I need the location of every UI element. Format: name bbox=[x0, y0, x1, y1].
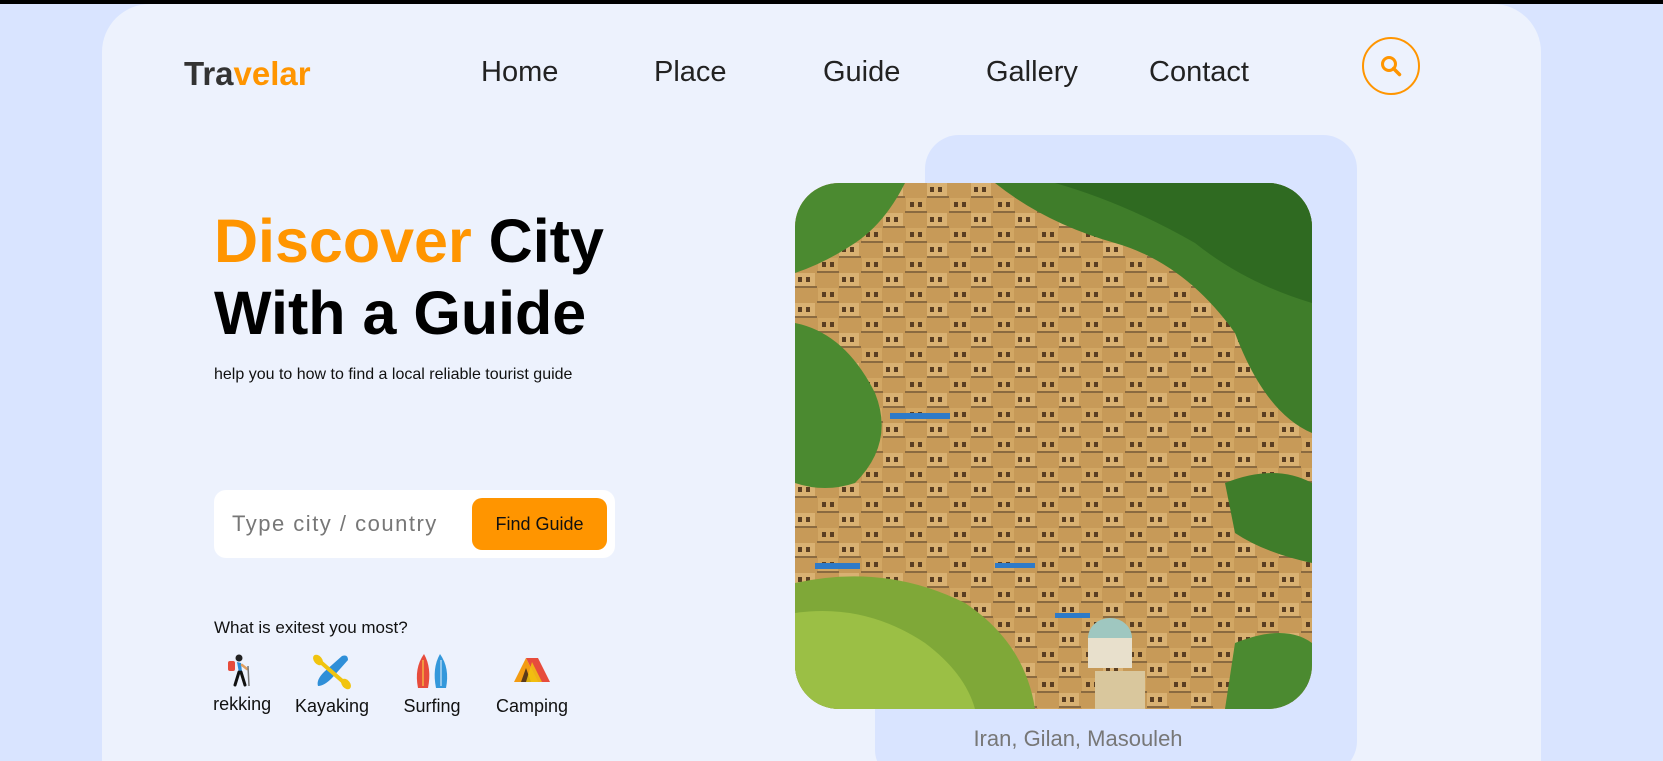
activity-surfing-label: Surfing bbox=[403, 696, 461, 716]
brand-logo-part1: Tra bbox=[184, 55, 234, 92]
tent-icon bbox=[514, 658, 550, 682]
nav-gallery[interactable]: Gallery bbox=[986, 56, 1078, 89]
interests-question: What is exitest you most? bbox=[214, 618, 408, 637]
nav-contact[interactable]: Contact bbox=[1149, 56, 1249, 89]
nav-place[interactable]: Place bbox=[654, 56, 727, 89]
activity-trekking[interactable]: Trekking bbox=[214, 650, 282, 715]
activity-trekking-label: Trekking bbox=[214, 694, 272, 714]
activity-surfing[interactable]: Surfing bbox=[387, 650, 477, 717]
activity-camping-label: Camping bbox=[495, 696, 569, 716]
surfboard-icon bbox=[416, 654, 448, 688]
activity-kayaking[interactable]: Kayaking bbox=[287, 650, 377, 717]
find-guide-button[interactable]: Find Guide bbox=[472, 498, 607, 550]
kayak-icon bbox=[313, 654, 351, 690]
activity-camping[interactable]: Camping bbox=[487, 650, 577, 717]
guide-search-box: Find Guide bbox=[214, 490, 615, 558]
photo-caption: Iran, Gilan, Masouleh bbox=[973, 726, 1183, 751]
interests-list: Trekking Kayaking Surfing Camping bbox=[214, 650, 594, 725]
hero-title-accent: Discover bbox=[214, 207, 472, 275]
hero-title-rest: City bbox=[488, 207, 604, 275]
activity-kayaking-label: Kayaking bbox=[294, 696, 370, 716]
search-icon bbox=[1381, 56, 1402, 77]
brand-logo-part2: velar bbox=[233, 55, 311, 92]
search-button[interactable] bbox=[1362, 37, 1420, 95]
brand-logo[interactable]: Travelar bbox=[184, 55, 311, 93]
hero-subtitle: help you to how to find a local reliable… bbox=[214, 366, 573, 383]
hero-title-line2: With a Guide bbox=[214, 279, 587, 347]
hero-title: Discover City With a Guide bbox=[214, 205, 604, 349]
nav-home[interactable]: Home bbox=[481, 56, 558, 89]
hiker-icon bbox=[228, 654, 250, 687]
nav-guide[interactable]: Guide bbox=[823, 56, 900, 89]
city-country-input[interactable] bbox=[232, 504, 452, 544]
destination-photo bbox=[795, 183, 1312, 709]
